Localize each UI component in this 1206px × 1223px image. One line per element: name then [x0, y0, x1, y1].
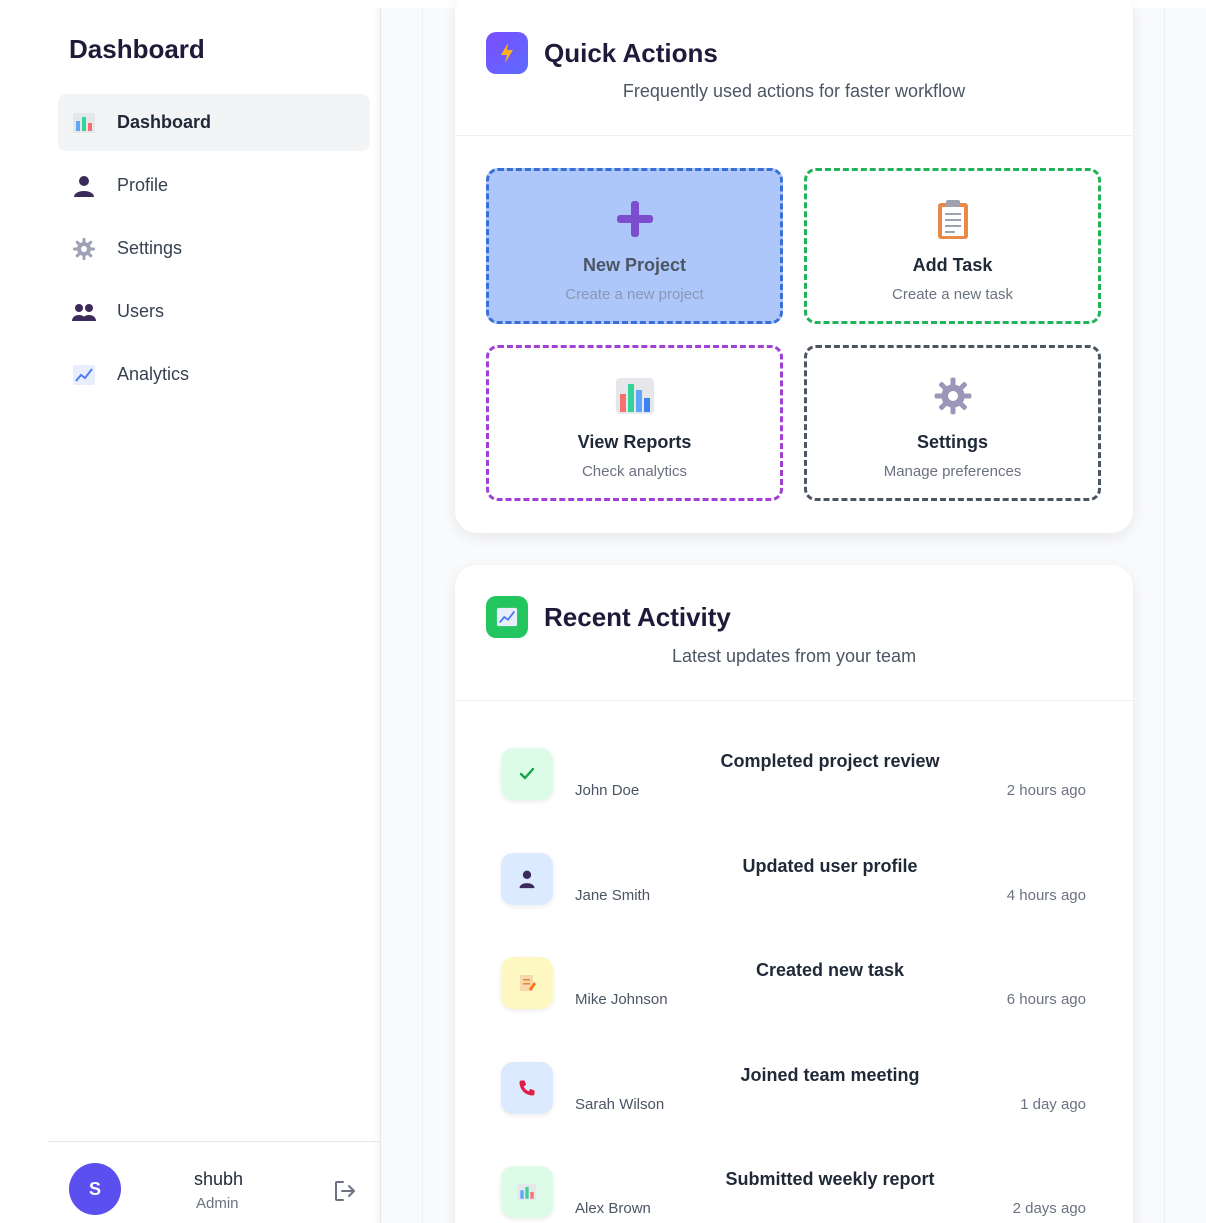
logout-button[interactable]: [332, 1178, 358, 1204]
list-item[interactable]: Completed project review John Doe 2 hour…: [455, 701, 1133, 806]
settings-button[interactable]: Settings Manage preferences: [804, 345, 1101, 501]
view-reports-button[interactable]: View Reports Check analytics: [486, 345, 783, 501]
memo-icon: [501, 957, 553, 1009]
tile-subtitle: Check analytics: [581, 463, 688, 480]
activity-user: Alex Brown: [575, 1200, 651, 1217]
tile-title: New Project: [582, 255, 687, 275]
sidebar-title: Dashboard: [69, 34, 205, 64]
gear-icon: [71, 236, 97, 262]
user-icon: [71, 173, 97, 199]
list-item[interactable]: Submitted weekly report Alex Brown 2 day…: [455, 1119, 1133, 1223]
sidebar-item-label: Analytics: [117, 364, 190, 384]
sidebar-item-analytics[interactable]: Analytics: [58, 346, 370, 403]
activity-time: 1 day ago: [1020, 1095, 1086, 1113]
check-icon: [501, 748, 553, 800]
users-icon: [71, 299, 97, 325]
recent-activity-header: Recent Activity Latest updates from your…: [455, 565, 1133, 701]
recent-activity-subtitle: Latest updates from your team: [671, 646, 917, 666]
main-divider-left: [422, 8, 423, 1223]
recent-activity-card: Recent Activity Latest updates from your…: [455, 565, 1133, 1223]
quick-actions-title: Quick Actions: [544, 38, 718, 68]
phone-icon: [501, 1061, 553, 1114]
tile-subtitle: Create a new task: [892, 286, 1013, 303]
sidebar-item-label: Dashboard: [117, 112, 212, 132]
activity-time: 4 hours ago: [1006, 886, 1086, 904]
activity-user: Sarah Wilson: [575, 1095, 665, 1113]
tile-title: Add Task: [912, 255, 993, 275]
user-name: shubh: [194, 1169, 244, 1189]
app-root: Dashboard Dashboard Profile Settings Use…: [0, 0, 1206, 1223]
tile-subtitle: Create a new project: [565, 286, 704, 303]
list-item[interactable]: Joined team meeting Sarah Wilson 1 day a…: [455, 1015, 1133, 1120]
activity-user: Mike Johnson: [575, 991, 668, 1008]
sidebar-item-profile[interactable]: Profile: [58, 157, 370, 214]
sidebar: Dashboard Dashboard Profile Settings Use…: [10, 8, 381, 1223]
tile-title: View Reports: [577, 432, 692, 452]
sidebar-nav: Dashboard Profile Settings Users Analyti…: [58, 94, 370, 409]
sidebar-item-users[interactable]: Users: [58, 283, 370, 340]
quick-actions-header: Quick Actions Frequently used actions fo…: [455, 0, 1133, 136]
bar-chart-icon: [71, 110, 97, 136]
sidebar-item-dashboard[interactable]: Dashboard: [58, 94, 370, 151]
activity-time: 2 hours ago: [1006, 782, 1086, 799]
new-project-button[interactable]: New Project Create a new project: [486, 168, 783, 324]
sidebar-item-label: Profile: [117, 175, 169, 195]
tile-subtitle: Manage preferences: [883, 463, 1022, 480]
activity-time: 2 days ago: [1012, 1200, 1086, 1217]
sidebar-item-label: Users: [117, 301, 165, 321]
activity-title: Submitted weekly report: [725, 1169, 935, 1189]
line-chart-icon: [486, 596, 528, 638]
activity-title: Updated user profile: [742, 855, 918, 876]
activity-title: Joined team meeting: [740, 1064, 920, 1085]
sidebar-item-label: Settings: [117, 238, 183, 258]
plus-icon: [613, 197, 657, 241]
activity-list: Completed project review John Doe 2 hour…: [455, 701, 1133, 1223]
quick-actions-subtitle: Frequently used actions for faster workf…: [622, 81, 966, 101]
main-divider-right: [1164, 8, 1165, 1223]
gear-icon: [931, 374, 975, 418]
bar-chart-icon: [613, 374, 657, 418]
activity-time: 6 hours ago: [1006, 991, 1086, 1008]
user-role: Admin: [196, 1195, 239, 1212]
sidebar-user-panel: S shubh Admin: [48, 1141, 381, 1223]
quick-actions-card: Quick Actions Frequently used actions fo…: [455, 0, 1133, 533]
list-item[interactable]: Updated user profile Jane Smith 4 hours …: [455, 806, 1133, 911]
activity-title: Created new task: [755, 960, 905, 980]
tile-title: Settings: [916, 432, 988, 452]
quick-actions-grid: New Project Create a new project Add Tas…: [486, 168, 1102, 502]
user-icon: [501, 852, 553, 905]
lightning-icon: [486, 32, 528, 74]
activity-user: John Doe: [575, 782, 640, 799]
line-chart-icon: [71, 362, 97, 388]
list-item[interactable]: Created new task Mike Johnson 6 hours ag…: [455, 910, 1133, 1015]
recent-activity-title: Recent Activity: [544, 602, 731, 632]
add-task-button[interactable]: Add Task Create a new task: [804, 168, 1101, 324]
activity-title: Completed project review: [720, 751, 940, 771]
avatar[interactable]: S: [69, 1163, 121, 1215]
logout-icon: [335, 1181, 355, 1201]
bar-chart-icon: [501, 1166, 553, 1218]
activity-user: Jane Smith: [575, 886, 651, 904]
clipboard-icon: [931, 197, 975, 241]
sidebar-item-settings[interactable]: Settings: [58, 220, 370, 277]
